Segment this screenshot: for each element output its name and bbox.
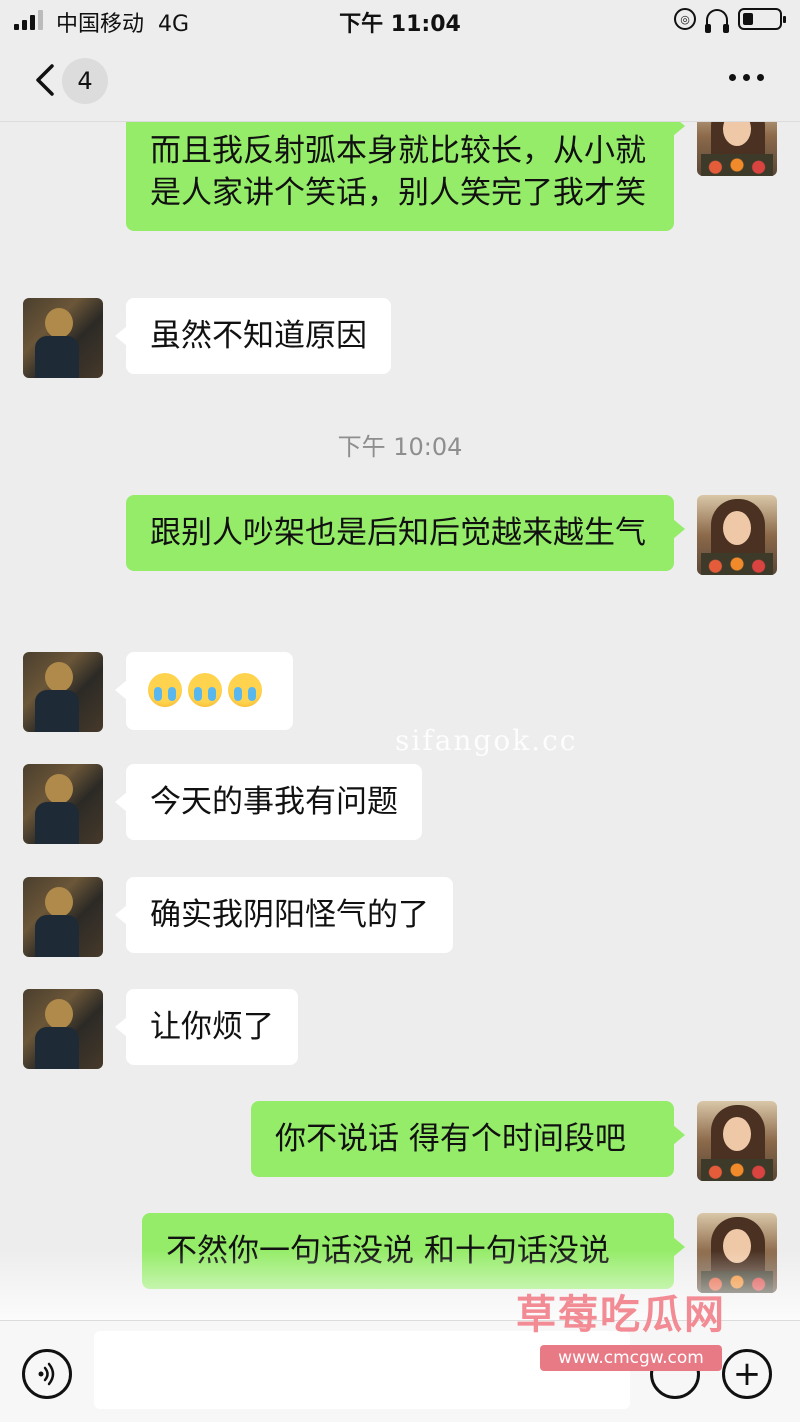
loudly-crying-emoji	[148, 673, 182, 707]
status-bar: 中国移动 4G 下午 11:04 ◎	[0, 0, 800, 40]
message-bubble-outgoing[interactable]: 而且我反射弧本身就比较长，从小就是人家讲个笑话，别人笑完了我才笑	[126, 122, 685, 231]
contact-avatar[interactable]	[23, 877, 103, 957]
rotation-lock-icon: ◎	[674, 8, 696, 30]
loudly-crying-emoji	[228, 673, 262, 707]
chat-nav-bar: 4	[0, 40, 800, 122]
emoji-row	[148, 673, 271, 707]
message-text: 今天的事我有问题	[150, 784, 398, 820]
message-list[interactable]: 而且我反射弧本身就比较长，从小就是人家讲个笑话，别人笑完了我才笑 虽然不知道原因…	[0, 122, 800, 1320]
unread-count-badge[interactable]: 4	[62, 58, 108, 104]
message-text: 确实我阴阳怪气的了	[150, 897, 429, 933]
contact-avatar[interactable]	[23, 764, 103, 844]
site-logo-watermark: 草莓吃瓜网	[516, 1292, 726, 1338]
message-text: 让你烦了	[150, 1009, 274, 1045]
message-bubble-incoming[interactable]: 今天的事我有问题	[115, 764, 422, 840]
message-bubble-incoming[interactable]: 确实我阴阳怪气的了	[115, 877, 453, 953]
battery-icon	[738, 8, 786, 30]
battery-fill	[743, 13, 753, 25]
loudly-crying-emoji	[188, 673, 222, 707]
my-avatar[interactable]	[697, 122, 777, 176]
my-avatar[interactable]	[697, 495, 777, 575]
watermark-text: sifangok.cc	[395, 724, 578, 757]
site-url-watermark: www.cmcgw.com	[540, 1345, 722, 1371]
message-bubble-incoming[interactable]	[115, 652, 293, 730]
message-bubble-outgoing[interactable]: 你不说话 得有个时间段吧	[251, 1101, 685, 1177]
plus-icon[interactable]: +	[722, 1349, 772, 1399]
voice-icon[interactable]	[22, 1349, 72, 1399]
message-text: 你不说话 得有个时间段吧	[275, 1121, 626, 1157]
message-bubble-incoming[interactable]: 让你烦了	[115, 989, 298, 1065]
status-icons: ◎	[674, 8, 786, 33]
contact-avatar[interactable]	[23, 298, 103, 378]
message-text: 虽然不知道原因	[150, 318, 367, 354]
message-text: 而且我反射弧本身就比较长，从小就是人家讲个笑话，别人笑完了我才笑	[150, 133, 646, 211]
headphone-icon	[705, 9, 729, 33]
chevron-left-icon[interactable]	[32, 62, 58, 98]
contact-avatar[interactable]	[23, 989, 103, 1069]
message-bubble-outgoing[interactable]: 跟别人吵架也是后知后觉越来越生气	[126, 495, 685, 571]
more-horizontal-icon[interactable]	[729, 74, 764, 81]
message-timestamp: 下午 10:04	[337, 433, 463, 461]
contact-avatar[interactable]	[23, 652, 103, 732]
message-text: 跟别人吵架也是后知后觉越来越生气	[150, 515, 646, 551]
message-bubble-incoming[interactable]: 虽然不知道原因	[115, 298, 391, 374]
my-avatar[interactable]	[697, 1101, 777, 1181]
